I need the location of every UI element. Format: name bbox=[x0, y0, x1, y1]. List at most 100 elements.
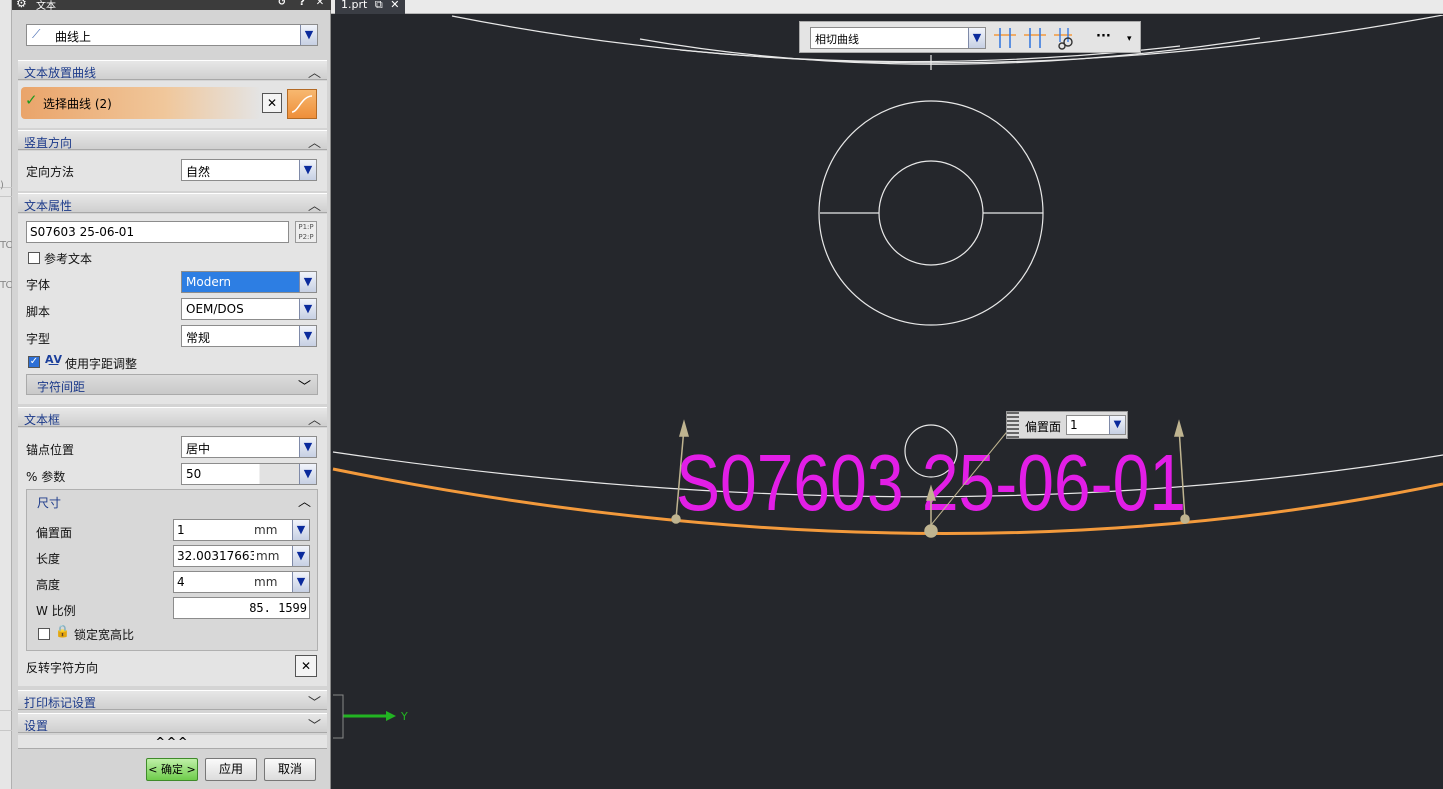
reset-icon[interactable]: ↺ bbox=[274, 0, 290, 8]
chevron-down-icon[interactable]: ﹀ bbox=[308, 692, 321, 711]
section-print-mark[interactable]: 打印标记设置 ﹀ bbox=[18, 690, 327, 711]
orientation-select[interactable]: 自然 ▼ bbox=[181, 159, 317, 181]
section-body-placement: ✓ 选择曲线 (2) ✕ bbox=[18, 81, 327, 128]
help-icon[interactable]: ? bbox=[294, 0, 310, 8]
chevron-down-icon[interactable]: ▼ bbox=[299, 437, 316, 457]
ref-text-label: 参考文本 bbox=[44, 252, 93, 266]
chevron-up-icon[interactable]: ︿ bbox=[308, 132, 321, 151]
chevron-down-icon[interactable]: ▼ bbox=[292, 572, 309, 592]
geometry-lines bbox=[332, 15, 1443, 498]
reverse-label: 反转字符方向 bbox=[26, 661, 99, 675]
toolbar-icons bbox=[994, 28, 1073, 50]
script-value: OEM/DOS bbox=[186, 302, 244, 316]
graphics-viewport[interactable]: S07603 25-06-01 Y bbox=[331, 15, 1443, 789]
kerning-label: 使用字距调整 bbox=[65, 357, 138, 371]
param-label: % 参数 bbox=[26, 470, 66, 484]
cancel-button[interactable]: 取消 bbox=[264, 758, 316, 781]
lock-ratio-checkbox[interactable] bbox=[38, 628, 50, 640]
cancel-label: 取消 bbox=[277, 762, 302, 776]
chevron-down-icon[interactable]: ▼ bbox=[299, 160, 316, 180]
ok-label: < 确定 > bbox=[148, 763, 196, 776]
chevron-down-icon[interactable]: ▼ bbox=[300, 25, 317, 45]
anchor-select[interactable]: 居中 ▼ bbox=[181, 436, 317, 458]
more-options-label: ^^^ bbox=[155, 735, 190, 748]
tab-part-file[interactable]: 1.prt ⧉ ✕ bbox=[335, 0, 406, 14]
text-type-value: 曲线上 bbox=[55, 30, 92, 44]
length-input[interactable]: 32.00317663 mm ▼ bbox=[173, 545, 310, 567]
close-icon[interactable]: ✕ bbox=[390, 0, 399, 11]
chevron-down-icon[interactable]: ﹀ bbox=[298, 376, 311, 395]
curve-rule-select[interactable]: 相切曲线 ▼ bbox=[810, 27, 986, 49]
section-text-box[interactable]: 文本框 ︿ bbox=[18, 407, 327, 428]
style-select[interactable]: 常规 ▼ bbox=[181, 325, 317, 347]
curve-icon[interactable] bbox=[287, 89, 317, 119]
apply-label: 应用 bbox=[218, 762, 243, 776]
chevron-up-icon[interactable]: ︿ bbox=[308, 409, 321, 428]
length-label: 长度 bbox=[36, 552, 61, 566]
text-box-icon[interactable]: P1:P P2:P bbox=[295, 221, 317, 243]
chevron-up-icon[interactable]: ︿ bbox=[308, 195, 321, 214]
char-spacing-subsection[interactable]: 字符间距 ﹀ bbox=[26, 374, 318, 395]
text-input-value: S07603 25-06-01 bbox=[30, 225, 135, 239]
section-vertical-direction[interactable]: 竖直方向 ︿ bbox=[18, 130, 327, 151]
offset-label: 偏置面 bbox=[36, 526, 73, 540]
height-input[interactable]: 4 mm ▼ bbox=[173, 571, 310, 593]
more-icon[interactable]: ··· bbox=[1096, 29, 1111, 44]
ref-text-checkbox[interactable] bbox=[28, 252, 40, 264]
section-settings[interactable]: 设置 ﹀ bbox=[18, 713, 327, 734]
section-text-properties[interactable]: 文本属性 ︿ bbox=[18, 193, 327, 214]
chevron-down-icon[interactable]: ▼ bbox=[299, 299, 316, 319]
onscreen-offset-field[interactable]: 1 ▼ bbox=[1066, 415, 1126, 435]
chevron-down-icon[interactable]: ▼ bbox=[292, 520, 309, 540]
stop-at-intersection-icon[interactable] bbox=[994, 28, 1016, 48]
orientation-value: 自然 bbox=[186, 165, 211, 179]
size-subsection: 尺寸 ︿ 偏置面 1 mm ▼ 长度 32.00317663 mm ▼ 高度 4… bbox=[26, 489, 318, 651]
section-title: 打印标记设置 bbox=[24, 696, 97, 710]
chevron-down-icon[interactable]: ▼ bbox=[968, 28, 985, 48]
section-title: 竖直方向 bbox=[24, 136, 73, 150]
offset-input[interactable]: 1 mm ▼ bbox=[173, 519, 310, 541]
style-label: 字型 bbox=[26, 332, 51, 346]
chevron-down-icon[interactable]: ▼ bbox=[1109, 416, 1125, 434]
length-value: 32.00317663 bbox=[177, 549, 258, 563]
w-ratio-input[interactable]: 85. 1599 bbox=[173, 597, 310, 619]
chain-icon[interactable] bbox=[1054, 28, 1073, 50]
deselect-icon[interactable]: ✕ bbox=[262, 93, 282, 113]
select-curve-row[interactable]: ✓ 选择曲线 (2) bbox=[21, 87, 261, 119]
reverse-direction-icon[interactable]: ✕ bbox=[295, 655, 317, 677]
axis-triad: Y bbox=[333, 694, 408, 739]
offset-value: 1 bbox=[177, 523, 185, 537]
script-select[interactable]: OEM/DOS ▼ bbox=[181, 298, 317, 320]
dialog-title: 文本 bbox=[36, 1, 56, 10]
param-input[interactable]: 50 ▼ bbox=[181, 463, 317, 485]
size-label: 尺寸 bbox=[37, 496, 62, 510]
follow-fillet-icon[interactable] bbox=[1024, 28, 1046, 48]
chevron-down-icon[interactable]: ▼ bbox=[299, 326, 316, 346]
length-unit: mm bbox=[254, 549, 280, 563]
onscreen-offset-input[interactable]: 偏置面 1 ▼ bbox=[1006, 411, 1128, 439]
kerning-checkbox[interactable]: ✓ bbox=[28, 356, 40, 368]
w-ratio-label: W 比例 bbox=[36, 604, 76, 618]
toolbar-dropdown-icon[interactable]: ▾ bbox=[1127, 34, 1132, 44]
section-placement-curve[interactable]: 文本放置曲线 ︿ bbox=[18, 60, 327, 81]
chevron-down-icon[interactable]: ▼ bbox=[299, 272, 316, 292]
close-icon[interactable]: ✕ bbox=[312, 0, 328, 8]
section-title: 文本属性 bbox=[24, 199, 73, 213]
chevron-down-icon[interactable]: ▼ bbox=[292, 546, 309, 566]
text-type-select[interactable]: ⟋ 曲线上 ▼ bbox=[26, 24, 318, 46]
section-body-textbox: 锚点位置 居中 ▼ % 参数 50 ▼ 尺寸 ︿ 偏置面 1 mm ▼ 长度 3… bbox=[18, 428, 327, 686]
drag-grip-icon[interactable] bbox=[1007, 412, 1019, 438]
w-ratio-value: 85. 1599 bbox=[249, 601, 307, 615]
font-select[interactable]: Modern ▼ bbox=[181, 271, 317, 293]
more-options-toggle[interactable]: ^^^ bbox=[18, 735, 327, 749]
param-value: 50 bbox=[186, 467, 202, 481]
apply-button[interactable]: 应用 bbox=[205, 758, 257, 781]
chevron-up-icon[interactable]: ︿ bbox=[308, 62, 321, 81]
ok-button[interactable]: < 确定 > bbox=[146, 758, 198, 781]
text-input[interactable]: S07603 25-06-01 bbox=[26, 221, 289, 243]
chevron-down-icon[interactable]: ▼ bbox=[299, 464, 316, 484]
orientation-label: 定向方法 bbox=[26, 165, 75, 179]
popout-icon[interactable]: ⧉ bbox=[375, 0, 383, 11]
chevron-down-icon[interactable]: ﹀ bbox=[308, 715, 321, 734]
chevron-up-icon[interactable]: ︿ bbox=[298, 491, 311, 510]
